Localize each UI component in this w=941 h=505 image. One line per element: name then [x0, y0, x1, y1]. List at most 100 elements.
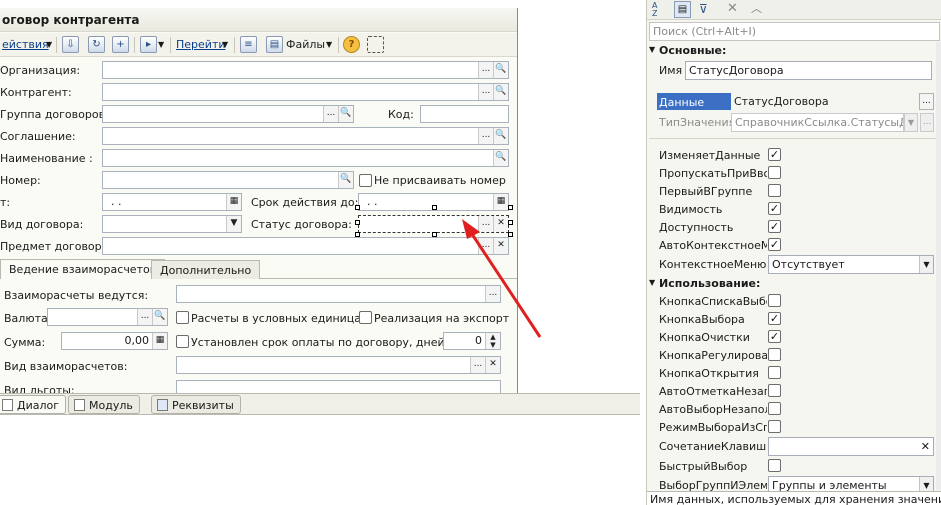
help-icon[interactable]: ? — [343, 36, 360, 53]
structure-icon[interactable]: ≡ — [240, 36, 257, 53]
properties-scrollbar[interactable] — [936, 42, 941, 490]
ellipsis-icon[interactable]: ... — [478, 62, 493, 78]
sum-field[interactable]: 0,00 ▦ — [61, 332, 168, 350]
payment-term-checkbox[interactable] — [176, 335, 189, 348]
search-icon[interactable]: 🔍 — [493, 128, 508, 144]
prop-choice-button-label: КнопкаВыбора — [659, 313, 745, 326]
prop-context-menu-value: Отсутствует — [772, 258, 845, 271]
prop-choice-button-checkbox[interactable]: ✓ — [768, 312, 781, 325]
settlement-kind-field[interactable]: ... ✕ — [176, 356, 501, 374]
search-icon[interactable]: 🔍 — [338, 106, 353, 122]
close-icon[interactable]: ✕ — [727, 1, 738, 16]
refresh-icon[interactable]: ↻ — [88, 36, 105, 53]
prop-context-menu-select[interactable]: Отсутствует ▼ — [768, 255, 934, 274]
tab-module[interactable]: Модуль — [68, 395, 140, 414]
code-field[interactable] — [420, 105, 509, 123]
calendar-icon[interactable]: ▦ — [493, 194, 508, 210]
search-icon[interactable]: 🔍 — [152, 309, 167, 325]
based-on-icon[interactable]: ▸ — [140, 36, 157, 53]
search-icon[interactable]: 🔍 — [493, 84, 508, 100]
chevron-down-icon[interactable]: ▼ — [326, 40, 332, 49]
chevron-down-icon[interactable]: ▼ — [226, 216, 241, 232]
properties-search-input[interactable]: Поиск (Ctrl+Alt+I) — [649, 22, 940, 41]
ellipsis-icon[interactable]: ... — [470, 357, 485, 373]
prop-clear-button-checkbox[interactable]: ✓ — [768, 330, 781, 343]
prop-auto-choice-incomplete-checkbox[interactable] — [768, 402, 781, 415]
prop-visibility-checkbox[interactable]: ✓ — [768, 202, 781, 215]
prop-type-input[interactable]: СправочникСсылка.СтатусыДого — [731, 113, 904, 132]
actions-menu[interactable]: ействия — [2, 38, 49, 51]
selection-handle[interactable] — [355, 205, 360, 210]
prop-list-choice-mode-checkbox[interactable] — [768, 420, 781, 433]
filter-icon[interactable]: ⊽ — [699, 2, 708, 16]
counterparty-field[interactable]: ... 🔍 — [102, 83, 509, 101]
conventional-units-checkbox[interactable] — [176, 311, 189, 324]
clear-icon[interactable]: ✕ — [921, 440, 930, 453]
tab-dialog[interactable]: Диалог — [0, 395, 67, 414]
ellipsis-icon[interactable]: ... — [920, 113, 934, 132]
prop-first-in-group-checkbox[interactable] — [768, 184, 781, 197]
date-field[interactable]: . . ▦ — [102, 193, 242, 211]
select-frame-icon[interactable] — [367, 36, 384, 53]
chevron-down-icon[interactable]: ▼ — [222, 40, 228, 49]
selection-handle[interactable] — [432, 205, 437, 210]
tab-attributes[interactable]: Реквизиты — [151, 395, 241, 414]
ellipsis-icon[interactable]: ... — [478, 128, 493, 144]
ellipsis-icon[interactable]: ... — [478, 84, 493, 100]
prop-name-input[interactable]: СтатусДоговора — [685, 61, 932, 80]
prop-open-button-checkbox[interactable] — [768, 366, 781, 379]
sum-label: Сумма: — [4, 336, 46, 349]
validity-value: . . — [367, 195, 378, 208]
prop-quick-choice-checkbox[interactable] — [768, 459, 781, 472]
contract-group-field[interactable]: ... 🔍 — [102, 105, 354, 123]
contract-status-label: Статус договора: — [251, 218, 352, 231]
ellipsis-icon[interactable]: ... — [919, 93, 934, 110]
selection-handle[interactable] — [355, 220, 360, 225]
agreement-field[interactable]: ... 🔍 — [102, 127, 509, 145]
ellipsis-icon[interactable]: ... — [137, 309, 152, 325]
tab-additional[interactable]: Дополнительно — [151, 260, 261, 279]
ellipsis-icon[interactable]: ... — [323, 106, 338, 122]
contract-kind-select[interactable]: ▼ — [102, 215, 242, 233]
prop-skip-on-input-checkbox[interactable] — [768, 166, 781, 179]
benefit-kind-field[interactable] — [176, 380, 501, 393]
prop-skip-on-input-label: ПропускатьПриВводе — [659, 167, 767, 180]
collapse-triangle-icon[interactable]: ▼ — [649, 45, 655, 54]
files-icon[interactable]: ▤ — [266, 36, 283, 53]
sort-alpha-icon[interactable]: AZ — [652, 2, 657, 18]
chevron-down-icon[interactable]: ▼ — [904, 113, 918, 132]
collapse-icon[interactable]: ︿ — [751, 0, 762, 16]
files-menu[interactable]: Файлы — [286, 38, 325, 51]
calculator-icon[interactable]: ▦ — [152, 333, 167, 349]
save-close-icon[interactable]: ⇩ — [62, 36, 79, 53]
prop-changes-data-checkbox[interactable]: ✓ — [768, 148, 781, 161]
chevron-down-icon[interactable]: ▼ — [919, 256, 933, 273]
code-label: Код: — [388, 108, 414, 121]
chevron-down-icon[interactable]: ▼ — [46, 40, 52, 49]
clear-icon[interactable]: ✕ — [485, 357, 500, 373]
collapse-triangle-icon[interactable]: ▼ — [649, 278, 655, 287]
organization-field[interactable]: ... 🔍 — [102, 61, 509, 79]
prop-hotkey-input[interactable]: ✕ — [768, 437, 934, 456]
copy-icon[interactable]: + — [112, 36, 129, 53]
prop-enabled-checkbox[interactable]: ✓ — [768, 220, 781, 233]
tab-settlements[interactable]: Ведение взаиморасчетов — [0, 259, 166, 279]
prop-data-input[interactable]: СтатусДоговора — [731, 93, 918, 112]
export-checkbox[interactable] — [359, 311, 372, 324]
calendar-icon[interactable]: ▦ — [226, 194, 241, 210]
prop-auto-context-menu-checkbox[interactable]: ✓ — [768, 238, 781, 251]
prop-auto-mark-incomplete-checkbox[interactable] — [768, 384, 781, 397]
name-field[interactable]: 🔍 — [102, 149, 509, 167]
chevron-down-icon[interactable]: ▼ — [158, 40, 164, 49]
currency-field[interactable]: ... 🔍 — [47, 308, 168, 326]
prop-choice-list-button-checkbox[interactable] — [768, 294, 781, 307]
categorized-icon[interactable]: ▤ — [674, 1, 691, 18]
prop-spin-button-checkbox[interactable] — [768, 348, 781, 361]
number-field[interactable]: 🔍 — [102, 171, 354, 189]
search-icon[interactable]: 🔍 — [338, 172, 353, 188]
search-icon[interactable]: 🔍 — [493, 150, 508, 166]
goto-menu[interactable]: Перейти — [176, 38, 226, 51]
date-value: . . — [111, 195, 122, 208]
no-assign-number-checkbox[interactable] — [359, 174, 372, 187]
search-icon[interactable]: 🔍 — [493, 62, 508, 78]
